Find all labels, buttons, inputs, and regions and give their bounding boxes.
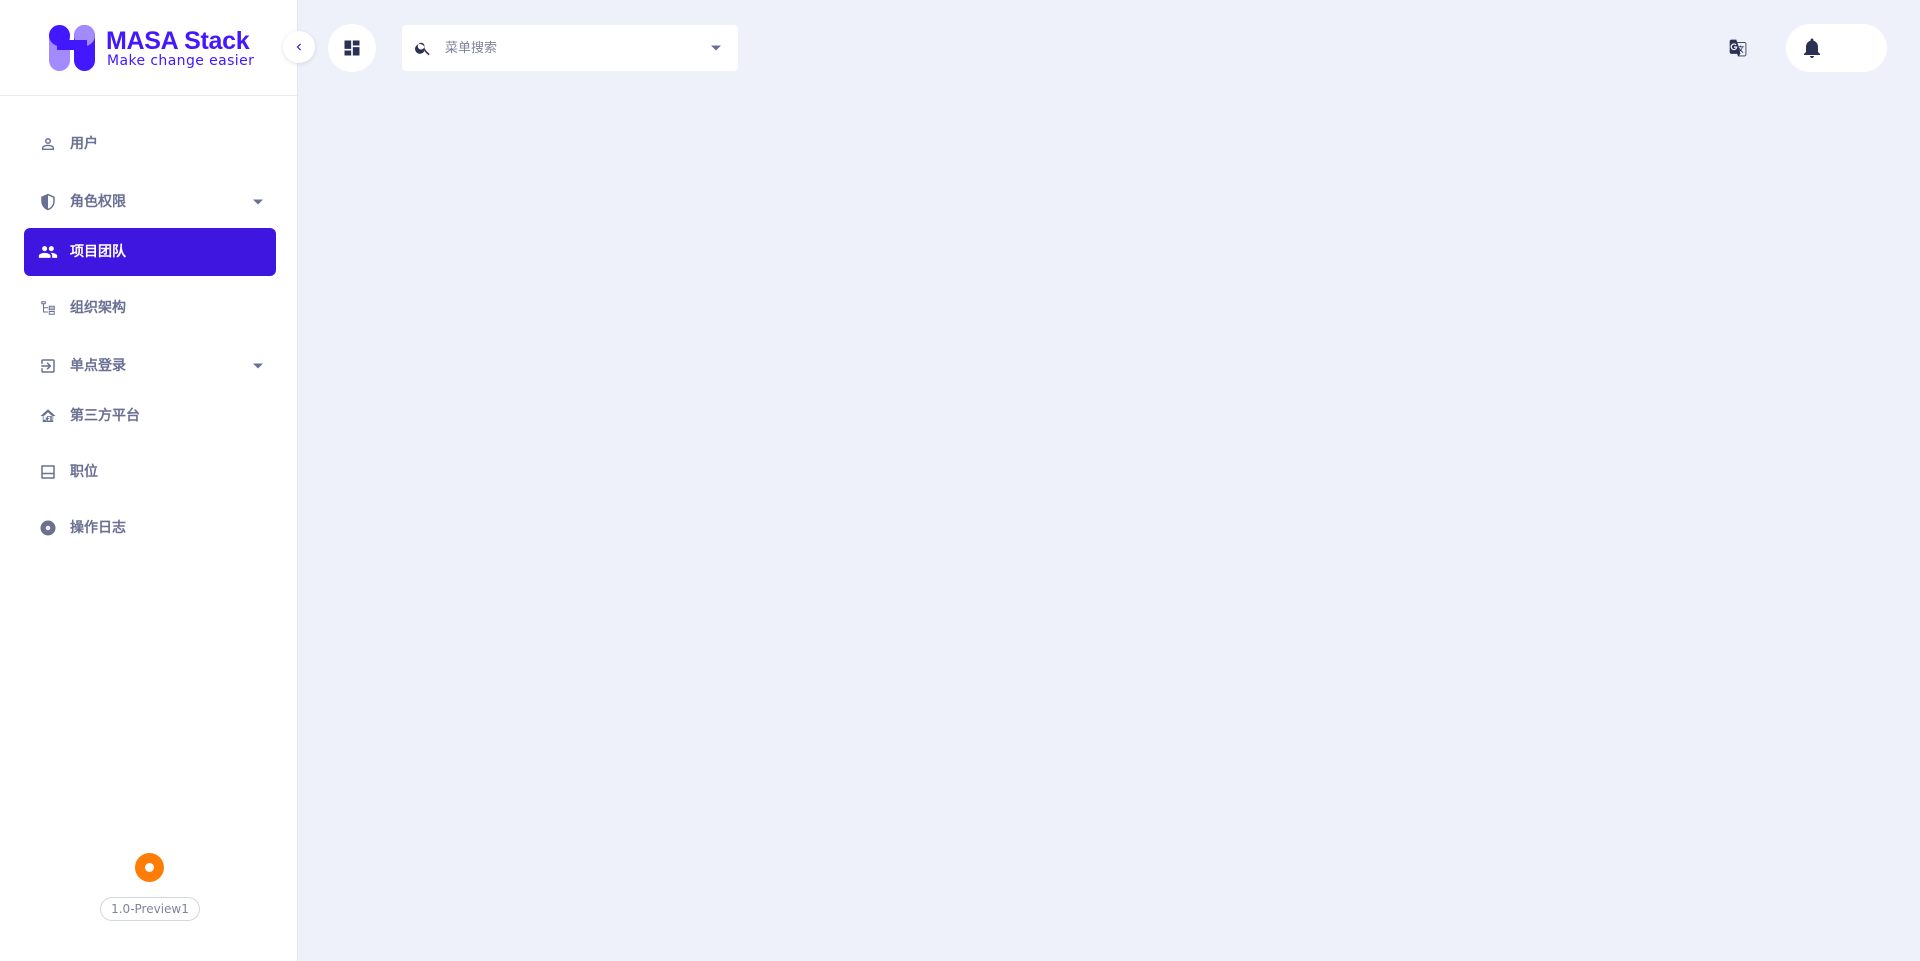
status-indicator[interactable] bbox=[135, 853, 164, 882]
chevron-left-icon bbox=[296, 43, 301, 51]
home-share-icon bbox=[38, 406, 58, 426]
sidebar: MASA Stack Make change easier 用户 角色权限 项目… bbox=[0, 0, 298, 961]
sidebar-item-project-team[interactable]: 项目团队 bbox=[24, 228, 276, 276]
brand-subtitle: Make change easier bbox=[107, 53, 255, 69]
brand-title: MASA Stack bbox=[106, 27, 250, 55]
dashboard-icon bbox=[344, 40, 360, 56]
sidebar-item-label: 操作日志 bbox=[70, 520, 126, 536]
login-icon bbox=[38, 356, 58, 376]
caret-down-icon[interactable] bbox=[710, 42, 722, 54]
dashboard-button[interactable] bbox=[328, 24, 376, 72]
sidebar-item-label: 单点登录 bbox=[70, 358, 126, 374]
translate-icon bbox=[1729, 39, 1747, 57]
menu-search-input[interactable] bbox=[439, 25, 699, 71]
status-indicator-center bbox=[145, 863, 154, 872]
translate-button[interactable] bbox=[1726, 36, 1750, 60]
record-circle-icon bbox=[38, 518, 58, 538]
sidebar-item-label: 职位 bbox=[70, 464, 98, 480]
sidebar-item-position[interactable]: 职位 bbox=[24, 448, 276, 496]
masa-logo-icon bbox=[49, 25, 95, 71]
sidebar-item-label: 项目团队 bbox=[70, 244, 126, 260]
user-outline-icon bbox=[38, 134, 58, 154]
sidebar-item-sso[interactable]: 单点登录 bbox=[24, 342, 276, 390]
version-badge: 1.0-Preview1 bbox=[100, 897, 200, 921]
sidebar-item-label: 用户 bbox=[70, 136, 98, 152]
sidebar-item-organization[interactable]: 组织架构 bbox=[24, 284, 276, 332]
position-icon bbox=[38, 462, 58, 482]
collapse-sidebar-button[interactable] bbox=[283, 31, 315, 63]
sidebar-item-third-party[interactable]: 第三方平台 bbox=[24, 392, 276, 440]
shield-half-icon bbox=[38, 192, 58, 212]
group-icon bbox=[38, 242, 58, 262]
bell-icon[interactable] bbox=[1800, 36, 1824, 60]
sidebar-item-label: 第三方平台 bbox=[70, 408, 140, 424]
search-icon bbox=[415, 42, 430, 56]
org-tree-icon bbox=[38, 298, 58, 318]
sidebar-item-role-permission[interactable]: 角色权限 bbox=[24, 178, 276, 226]
logo-area: MASA Stack Make change easier bbox=[0, 0, 298, 96]
caret-down-icon bbox=[253, 363, 263, 369]
caret-down-icon bbox=[253, 199, 263, 205]
notification-area[interactable] bbox=[1786, 24, 1887, 72]
sidebar-item-label: 角色权限 bbox=[70, 194, 126, 210]
menu-search-box[interactable] bbox=[402, 25, 738, 71]
sidebar-item-user[interactable]: 用户 bbox=[24, 120, 276, 168]
sidebar-item-operation-log[interactable]: 操作日志 bbox=[24, 504, 276, 552]
sidebar-item-label: 组织架构 bbox=[70, 300, 126, 316]
